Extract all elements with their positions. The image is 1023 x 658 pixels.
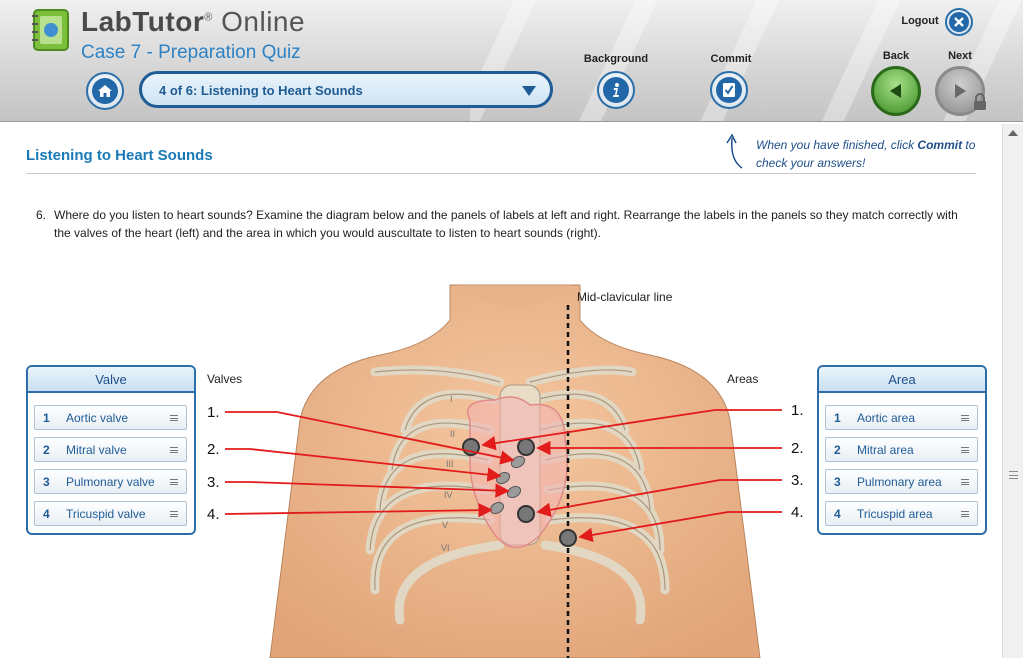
- case-title: Case 7 - Preparation Quiz: [81, 42, 301, 63]
- drag-handle-icon[interactable]: [961, 479, 969, 485]
- area-panel-title: Area: [819, 367, 985, 393]
- drag-handle-icon[interactable]: [961, 447, 969, 453]
- drag-handle-icon[interactable]: [170, 479, 178, 485]
- brand-name: LabTutor: [81, 6, 205, 37]
- background-button[interactable]: [597, 71, 635, 109]
- checklist-icon: [723, 83, 735, 97]
- home-button[interactable]: [86, 72, 124, 110]
- areas-heading: Areas: [727, 372, 759, 386]
- drag-handle-icon[interactable]: [170, 415, 178, 421]
- valve-item[interactable]: 4 Tricuspid valve: [34, 501, 187, 526]
- area-item[interactable]: 3 Pulmonary area: [825, 469, 978, 494]
- rib-numeral: I: [450, 394, 453, 404]
- valve-panel: Valve 1 Aortic valve 2 Mitral valve 3 Pu…: [26, 365, 196, 535]
- quiz-page-select[interactable]: 4 of 6: Listening to Heart Sounds: [139, 71, 553, 108]
- area-number: 2.: [791, 440, 804, 457]
- area-item[interactable]: 2 Mitral area: [825, 437, 978, 462]
- area-item[interactable]: 1 Aortic area: [825, 405, 978, 430]
- scroll-grip-icon[interactable]: [1009, 471, 1018, 479]
- brand-suffix: Online: [221, 6, 306, 37]
- question-number: 6.: [36, 208, 47, 222]
- back-button[interactable]: [871, 66, 921, 116]
- valve-number: 3.: [207, 474, 220, 491]
- midclavicular-label: Mid-clavicular line: [577, 290, 673, 304]
- back-label: Back: [882, 50, 910, 62]
- valve-number: 4.: [207, 506, 220, 523]
- rib-numeral: II: [450, 429, 455, 439]
- rib-numeral: VI: [441, 543, 450, 553]
- question-body: Where do you listen to heart sounds? Exa…: [54, 208, 958, 240]
- app-header: LabTutor® Online Case 7 - Preparation Qu…: [0, 0, 1023, 122]
- valve-item[interactable]: 2 Mitral valve: [34, 437, 187, 462]
- vertical-scrollbar[interactable]: [1002, 124, 1023, 658]
- logout-button[interactable]: [945, 8, 973, 36]
- area-number: 1.: [791, 402, 804, 419]
- quiz-page-select-value: 4 of 6: Listening to Heart Sounds: [159, 83, 363, 98]
- scroll-up-icon[interactable]: [1008, 130, 1018, 136]
- labtutor-logo-icon: [32, 9, 69, 51]
- drag-handle-icon[interactable]: [961, 415, 969, 421]
- rib-numeral: III: [446, 459, 454, 469]
- valves-heading: Valves: [207, 372, 243, 386]
- info-icon: [613, 83, 619, 97]
- commit-button[interactable]: [710, 71, 748, 109]
- valve-panel-title: Valve: [28, 367, 194, 393]
- drag-handle-icon[interactable]: [170, 447, 178, 453]
- commit-label: Commit: [710, 53, 752, 65]
- area-panel: Area 1 Aortic area 2 Mitral area 3 Pulmo…: [817, 365, 987, 535]
- logout-label: Logout: [901, 15, 939, 27]
- curved-arrow-icon: [726, 133, 743, 169]
- valve-item[interactable]: 3 Pulmonary valve: [34, 469, 187, 494]
- arrow-right-icon: [955, 84, 966, 98]
- rib-numeral: IV: [444, 490, 453, 500]
- valve-number: 2.: [207, 441, 220, 458]
- next-label: Next: [948, 50, 972, 62]
- lock-icon: [974, 93, 986, 110]
- rib-numeral: V: [442, 520, 448, 530]
- area-item[interactable]: 4 Tricuspid area: [825, 501, 978, 526]
- divider: [26, 173, 976, 174]
- commit-hint: When you have finished, click Commit to …: [756, 138, 976, 170]
- area-number: 4.: [791, 504, 804, 521]
- area-number: 3.: [791, 472, 804, 489]
- valve-number: 1.: [207, 404, 220, 421]
- valve-item[interactable]: 1 Aortic valve: [34, 405, 187, 430]
- question-text: 6. Where do you listen to heart sounds? …: [36, 206, 976, 242]
- drag-handle-icon[interactable]: [961, 511, 969, 517]
- chevron-down-icon: [522, 86, 536, 96]
- background-label: Background: [583, 53, 649, 65]
- section-title: Listening to Heart Sounds: [26, 147, 213, 164]
- arrow-left-icon: [890, 84, 901, 98]
- close-icon: [954, 17, 964, 27]
- brand-title: LabTutor® Online: [81, 6, 306, 37]
- drag-handle-icon[interactable]: [170, 511, 178, 517]
- home-icon: [98, 85, 112, 97]
